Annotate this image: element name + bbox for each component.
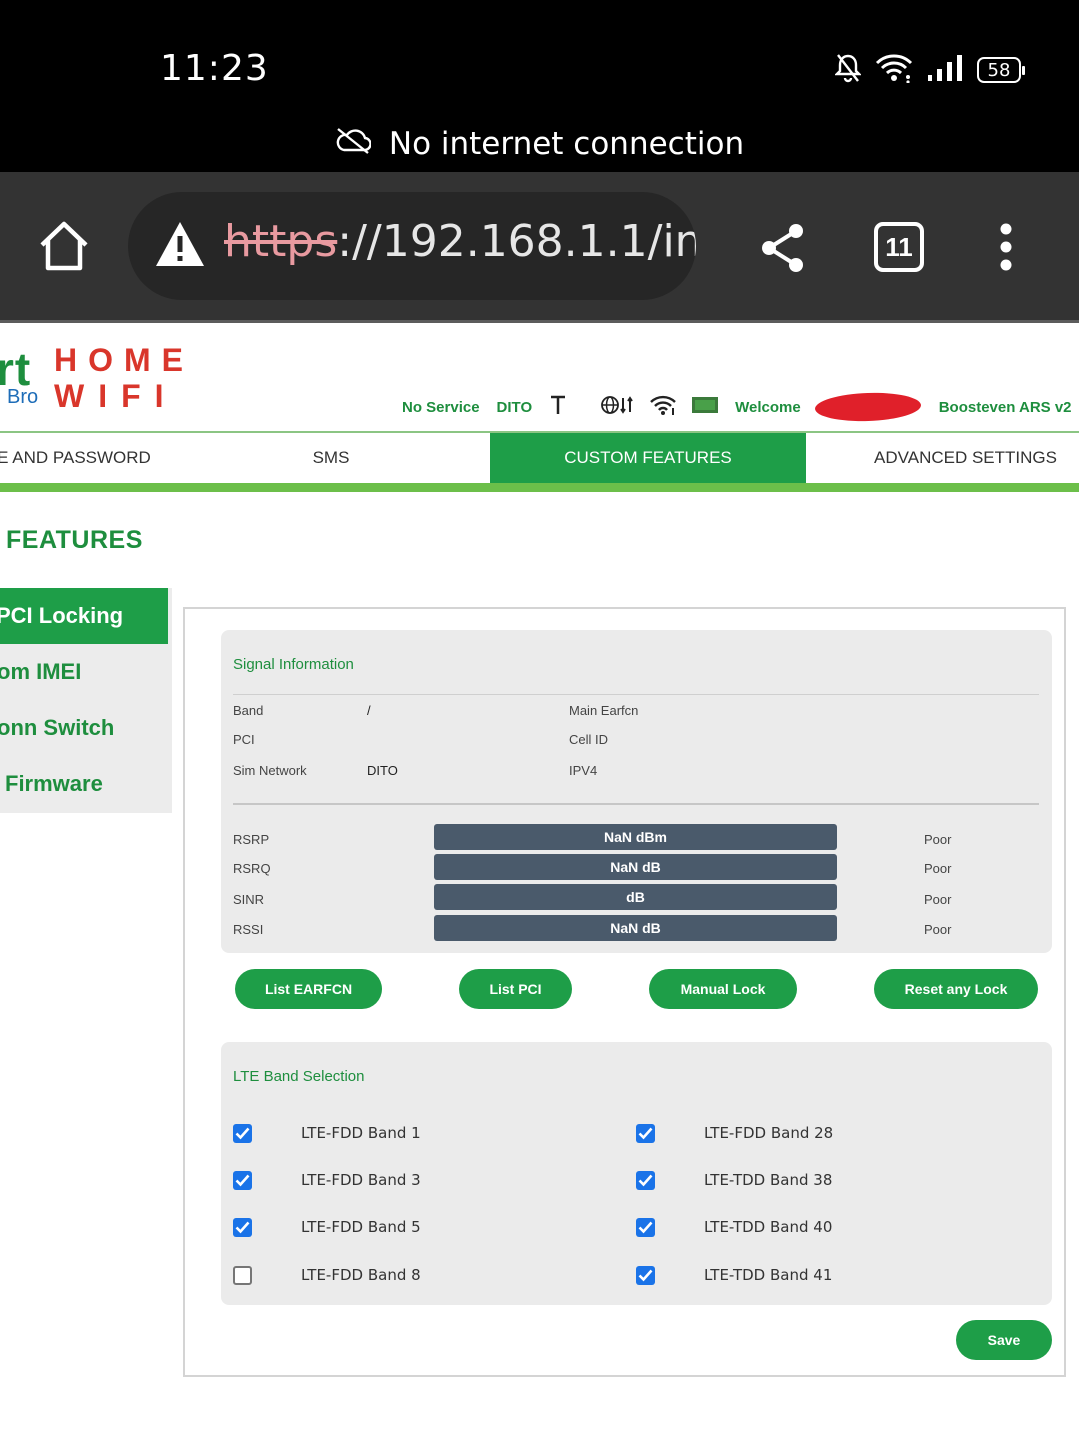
more-vert-icon[interactable]: [996, 222, 1016, 272]
band-38-checkbox[interactable]: [636, 1171, 655, 1190]
device-name: Boosteven ARS v2: [938, 398, 1072, 416]
rsrq-bar: NaN dB: [434, 854, 837, 880]
band-38-label: LTE-TDD Band 38: [704, 1171, 833, 1189]
page-title: FEATURES: [6, 526, 143, 554]
cell-id-label: Cell ID: [569, 732, 609, 747]
manual-lock-button[interactable]: Manual Lock: [649, 969, 797, 1009]
status-clock: 11:23: [160, 48, 269, 89]
band-1-label: LTE-FDD Band 1: [301, 1124, 421, 1142]
rsrq-label: RSRQ: [233, 861, 271, 876]
sinr-bar: dB: [434, 884, 837, 910]
rssi-label: RSSI: [233, 922, 264, 937]
side-item-conn-switch[interactable]: onn Switch: [0, 700, 169, 756]
pci-locking-panel: Signal Information Band / Main Earfcn PC…: [183, 607, 1066, 1377]
sim-network-label: Sim Network: [233, 763, 307, 778]
sinr-quality: Poor: [924, 892, 952, 907]
wifi-status-icon: [649, 394, 677, 420]
carrier-name: DITO: [496, 398, 533, 416]
browser-toolbar: https://192.168.1.1/inde 11: [0, 172, 1079, 322]
banner-text: No internet connection: [388, 126, 745, 162]
url-path: ://192.168.1.1/inde: [337, 216, 696, 267]
signal-info-title: Signal Information: [233, 656, 354, 673]
battery-icon: 58: [977, 57, 1025, 83]
rsrq-quality: Poor: [924, 861, 952, 876]
band-5-checkbox[interactable]: [233, 1218, 252, 1237]
ipv4-label: IPV4: [569, 763, 598, 778]
sinr-label: SINR: [233, 892, 265, 907]
side-menu: PCI Locking om IMEI onn Switch Firmware: [0, 588, 172, 813]
rsrp-bar: NaN dBm: [434, 824, 837, 850]
tab-custom-features[interactable]: CUSTOM FEATURES: [490, 433, 806, 483]
logo-home: HOME: [54, 342, 194, 378]
status-bar: 11:23 58 No internet connection: [0, 0, 1079, 172]
band-3-label: LTE-FDD Band 3: [301, 1171, 421, 1189]
rssi-quality: Poor: [924, 922, 952, 937]
welcome-text: Welcome: [735, 398, 801, 416]
url-bar[interactable]: https://192.168.1.1/inde: [128, 192, 696, 300]
band-label: Band: [233, 703, 264, 718]
reset-lock-button[interactable]: Reset any Lock: [874, 969, 1038, 1009]
side-item-custom-imei[interactable]: om IMEI: [0, 644, 169, 700]
tab-switcher-icon[interactable]: 11: [874, 222, 924, 272]
cellular-signal-icon: [927, 54, 963, 87]
wifi-icon: [875, 53, 913, 88]
tab-advanced-settings[interactable]: ADVANCED SETTINGS: [852, 433, 1079, 483]
browser-divider: [0, 320, 1079, 323]
main-nav: E AND PASSWORD SMS CUSTOM FEATURES ADVAN…: [0, 433, 1079, 483]
side-item-pci-locking[interactable]: PCI Locking: [0, 588, 168, 644]
url-scheme: https: [224, 216, 338, 267]
no-internet-banner: No internet connection: [0, 118, 1079, 170]
bell-off-icon: [834, 53, 862, 88]
band-8-label: LTE-FDD Band 8: [301, 1266, 421, 1284]
tab-sms[interactable]: SMS: [260, 433, 402, 483]
share-icon[interactable]: [758, 222, 808, 274]
lte-band-card: LTE Band Selection LTE-FDD Band 1 LTE-FD…: [221, 1042, 1052, 1305]
nav-underline: [0, 483, 1079, 492]
main-earfcn-label: Main Earfcn: [569, 703, 639, 718]
band-28-checkbox[interactable]: [636, 1124, 655, 1143]
no-service-text: No Service: [402, 398, 480, 416]
redacted-username: [814, 391, 922, 423]
home-icon[interactable]: [36, 218, 92, 274]
url-text[interactable]: https://192.168.1.1/inde: [224, 216, 696, 267]
logo-wifi: WIFI: [54, 378, 178, 414]
divider: [233, 694, 1039, 695]
band-value: /: [367, 703, 371, 718]
list-earfcn-button[interactable]: List EARFCN: [235, 969, 382, 1009]
rsrp-label: RSRP: [233, 832, 270, 847]
band-8-checkbox[interactable]: [233, 1266, 252, 1285]
save-button[interactable]: Save: [956, 1320, 1052, 1360]
list-pci-button[interactable]: List PCI: [459, 969, 572, 1009]
band-1-checkbox[interactable]: [233, 1124, 252, 1143]
band-3-checkbox[interactable]: [233, 1171, 252, 1190]
band-41-checkbox[interactable]: [636, 1266, 655, 1285]
cloud-off-icon: [335, 126, 372, 162]
header-status-row: No Service DITO Welcome Boosteven ARS v2…: [402, 391, 1079, 423]
sim-network-value: DITO: [367, 763, 398, 778]
side-item-firmware[interactable]: Firmware: [5, 756, 177, 812]
band-41-label: LTE-TDD Band 41: [704, 1266, 833, 1284]
status-icons: 58: [834, 50, 1025, 90]
band-40-label: LTE-TDD Band 40: [704, 1218, 833, 1236]
logo-bro: Bro: [7, 386, 39, 408]
warning-icon[interactable]: [154, 220, 206, 268]
globe-data-icon: [601, 394, 635, 420]
band-28-label: LTE-FDD Band 28: [704, 1124, 834, 1142]
divider: [233, 803, 1039, 805]
band-40-checkbox[interactable]: [636, 1218, 655, 1237]
signal-info-card: Signal Information Band / Main Earfcn PC…: [221, 630, 1052, 953]
rsrp-quality: Poor: [924, 832, 952, 847]
sim-icon: [691, 395, 719, 419]
band-selection-title: LTE Band Selection: [233, 1068, 365, 1085]
tab-user-and-password[interactable]: E AND PASSWORD: [0, 433, 158, 483]
rssi-bar: NaN dB: [434, 915, 837, 941]
pci-label: PCI: [233, 732, 255, 747]
antenna-icon: [549, 394, 567, 420]
band-5-label: LTE-FDD Band 5: [301, 1218, 421, 1236]
